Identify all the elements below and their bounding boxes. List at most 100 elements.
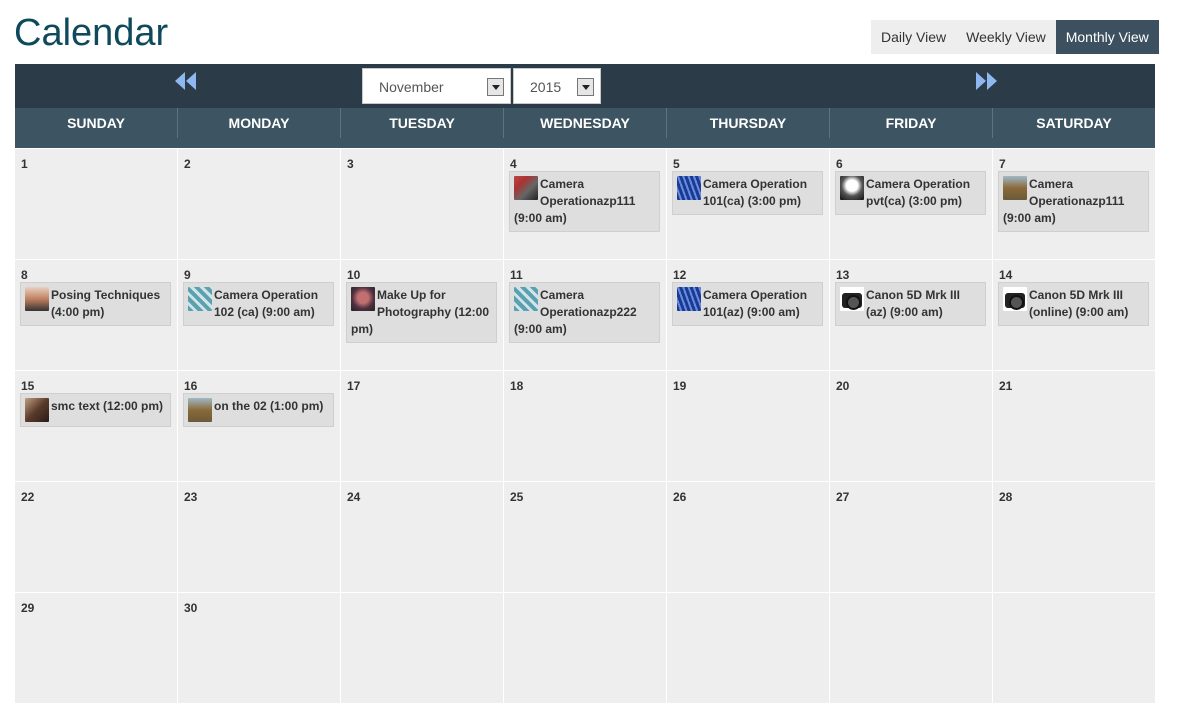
day-number: 5 [673, 157, 680, 171]
day-cell[interactable]: 11 Camera Operationazp222 (9:00 am) [504, 260, 667, 371]
event-thumbnail [1003, 287, 1027, 311]
day-number: 17 [347, 379, 361, 393]
event-thumbnail [1003, 176, 1027, 200]
event-thumbnail [514, 287, 538, 311]
weekly-view-button[interactable]: Weekly View [956, 20, 1056, 54]
day-number: 14 [999, 268, 1013, 282]
month-select[interactable]: November [362, 68, 511, 104]
event-thumbnail [188, 287, 212, 311]
calendar-event[interactable]: Canon 5D Mrk III (online) (9:00 am) [998, 282, 1149, 326]
event-title: Camera Operation 101(ca) (3:00 pm) [703, 177, 808, 208]
day-cell[interactable]: 19 [667, 371, 830, 482]
day-cell[interactable]: 1 [15, 149, 178, 260]
week-row: 29 30 [15, 593, 1155, 704]
day-cell[interactable]: 23 [178, 482, 341, 593]
weekday-header: MONDAY [178, 108, 341, 138]
day-cell[interactable]: 8 Posing Techniques (4:00 pm) [15, 260, 178, 371]
day-cell[interactable]: 22 [15, 482, 178, 593]
day-cell[interactable]: 15 smc text (12:00 pm) [15, 371, 178, 482]
event-thumbnail [514, 176, 538, 200]
day-cell [667, 593, 830, 704]
month-navigation-bar: November 2015 [15, 64, 1155, 108]
view-switcher: Daily View Weekly View Monthly View [871, 20, 1159, 54]
day-cell[interactable]: 28 [993, 482, 1155, 593]
calendar-event[interactable]: Posing Techniques (4:00 pm) [20, 282, 171, 326]
double-left-arrow-icon [175, 72, 196, 90]
next-month-button[interactable] [971, 69, 999, 93]
day-cell[interactable]: 26 [667, 482, 830, 593]
day-number: 26 [673, 490, 687, 504]
day-number: 3 [347, 157, 354, 171]
day-cell[interactable]: 14 Canon 5D Mrk III (online) (9:00 am) [993, 260, 1155, 371]
day-cell[interactable]: 7 Camera Operationazp111 (9:00 am) [993, 149, 1155, 260]
day-cell[interactable]: 13 Canon 5D Mrk III (az) (9:00 am) [830, 260, 993, 371]
event-title: Canon 5D Mrk III (az) (9:00 am) [866, 288, 961, 319]
day-number: 30 [184, 601, 198, 615]
day-cell [341, 593, 504, 704]
event-title: on the 02 (1:00 pm) [214, 399, 324, 413]
day-number: 13 [836, 268, 850, 282]
weekday-header: SUNDAY [15, 108, 178, 138]
day-cell[interactable]: 6 Camera Operation pvt(ca) (3:00 pm) [830, 149, 993, 260]
day-cell[interactable]: 20 [830, 371, 993, 482]
day-cell[interactable]: 16 on the 02 (1:00 pm) [178, 371, 341, 482]
day-cell[interactable]: 3 [341, 149, 504, 260]
calendar-event[interactable]: Canon 5D Mrk III (az) (9:00 am) [835, 282, 986, 326]
previous-month-button[interactable] [173, 69, 201, 93]
event-thumbnail [677, 287, 701, 311]
day-cell[interactable]: 18 [504, 371, 667, 482]
event-thumbnail [677, 176, 701, 200]
calendar-page: Calendar Daily View Weekly View Monthly … [0, 0, 1177, 720]
year-select[interactable]: 2015 [513, 68, 601, 104]
day-cell [993, 593, 1155, 704]
week-row: 22 23 24 25 26 27 28 [15, 482, 1155, 593]
calendar-event[interactable]: smc text (12:00 pm) [20, 393, 171, 427]
event-title: Canon 5D Mrk III (online) (9:00 am) [1029, 288, 1129, 319]
day-number: 11 [510, 268, 523, 282]
day-cell[interactable]: 30 [178, 593, 341, 704]
weekday-header: WEDNESDAY [504, 108, 667, 138]
day-number: 15 [21, 379, 35, 393]
calendar-event[interactable]: Make Up for Photography (12:00 pm) [346, 282, 497, 343]
day-number: 28 [999, 490, 1013, 504]
month-grid: 1 2 3 4 Camera Operationazp111 (9:00 am) 5 Cam… [15, 149, 1155, 704]
monthly-view-button[interactable]: Monthly View [1055, 20, 1159, 54]
event-title: Camera Operation 101(az) (9:00 am) [703, 288, 808, 319]
week-row: 8 Posing Techniques (4:00 pm) 9 Camera Oper… [15, 260, 1155, 371]
day-cell[interactable]: 27 [830, 482, 993, 593]
event-title: Camera Operation 102 (ca) (9:00 am) [214, 288, 319, 319]
day-cell [830, 593, 993, 704]
day-cell[interactable]: 25 [504, 482, 667, 593]
event-thumbnail [188, 398, 212, 422]
day-cell[interactable]: 21 [993, 371, 1155, 482]
day-cell[interactable]: 12 Camera Operation 101(az) (9:00 am) [667, 260, 830, 371]
calendar-event[interactable]: on the 02 (1:00 pm) [183, 393, 334, 427]
day-number: 21 [999, 379, 1013, 393]
event-thumbnail [351, 287, 375, 311]
day-cell[interactable]: 5 Camera Operation 101(ca) (3:00 pm) [667, 149, 830, 260]
day-cell[interactable]: 10 Make Up for Photography (12:00 pm) [341, 260, 504, 371]
calendar-event[interactable]: Camera Operation 102 (ca) (9:00 am) [183, 282, 334, 326]
event-title: smc text (12:00 pm) [51, 399, 164, 413]
day-cell[interactable]: 29 [15, 593, 178, 704]
calendar-event[interactable]: Camera Operationazp111 (9:00 am) [509, 171, 660, 232]
calendar-event[interactable]: Camera Operationazp222 (9:00 am) [509, 282, 660, 343]
page-title: Calendar [14, 12, 169, 54]
week-row: 1 2 3 4 Camera Operationazp111 (9:00 am) 5 Cam… [15, 149, 1155, 260]
calendar-event[interactable]: Camera Operation 101(ca) (3:00 pm) [672, 171, 823, 215]
day-cell[interactable]: 2 [178, 149, 341, 260]
calendar-event[interactable]: Camera Operationazp111 (9:00 am) [998, 171, 1149, 232]
year-select-value: 2015 [530, 79, 562, 95]
day-cell[interactable]: 17 [341, 371, 504, 482]
day-number: 27 [836, 490, 850, 504]
calendar-event[interactable]: Camera Operation 101(az) (9:00 am) [672, 282, 823, 326]
weekday-header: THURSDAY [667, 108, 830, 138]
day-number: 16 [184, 379, 198, 393]
daily-view-button[interactable]: Daily View [871, 20, 957, 54]
day-cell[interactable]: 9 Camera Operation 102 (ca) (9:00 am) [178, 260, 341, 371]
chevron-down-icon [487, 78, 504, 96]
calendar-event[interactable]: Camera Operation pvt(ca) (3:00 pm) [835, 171, 986, 215]
day-cell[interactable]: 4 Camera Operationazp111 (9:00 am) [504, 149, 667, 260]
day-number: 4 [510, 157, 517, 171]
day-cell[interactable]: 24 [341, 482, 504, 593]
